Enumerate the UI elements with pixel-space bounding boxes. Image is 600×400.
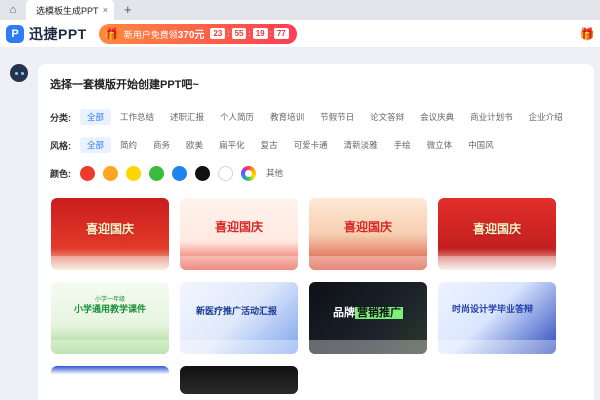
- style-chip[interactable]: 可爱卡通: [287, 137, 335, 153]
- template-footer-strip: [438, 340, 556, 354]
- style-chip[interactable]: 手绘: [387, 137, 418, 153]
- close-icon[interactable]: ×: [103, 5, 108, 15]
- countdown-ms: 77: [273, 28, 289, 39]
- style-chip[interactable]: 商务: [146, 137, 177, 153]
- more-colors-option[interactable]: 其他: [266, 167, 283, 179]
- template-card[interactable]: 时尚设计学毕业答辩: [438, 282, 556, 354]
- category-chip[interactable]: 会议庆典: [413, 109, 461, 125]
- template-title: 喜迎国庆: [214, 220, 263, 234]
- category-chip[interactable]: 商业计划书: [463, 109, 520, 125]
- template-card[interactable]: 喜迎国庆: [180, 198, 298, 270]
- app-logo[interactable]: P 迅捷PPT: [6, 24, 87, 44]
- style-chip[interactable]: 中国风: [461, 137, 501, 153]
- ai-assistant-icon[interactable]: [10, 64, 28, 82]
- style-chip[interactable]: 简约: [113, 137, 144, 153]
- template-title: 小学通用教学课件: [73, 304, 146, 314]
- tab-title: 选模板生成PPT: [36, 5, 99, 16]
- promo-amount: 370元: [177, 30, 205, 41]
- color-swatch[interactable]: [218, 165, 233, 181]
- logo-text: 迅捷PPT: [29, 25, 87, 42]
- category-chip[interactable]: 论文答辩: [363, 109, 411, 125]
- panel-title: 选择一套模版开始创建PPT吧~: [50, 79, 199, 91]
- category-chip[interactable]: 工作总结: [113, 109, 161, 125]
- countdown-timer: 23 : 55 : 19 : 77: [210, 28, 289, 39]
- category-chip[interactable]: 述职汇报: [163, 109, 211, 125]
- promo-banner[interactable]: 🎁 新用户免费领370元 23 : 55 : 19 : 77: [98, 23, 297, 44]
- countdown-hours: 23: [210, 28, 226, 39]
- template-title: 品牌 营销推广: [333, 307, 403, 319]
- template-card[interactable]: 小学一年级 小学通用教学课件: [51, 282, 169, 354]
- browser-tab[interactable]: 选模板生成PPT ×: [26, 0, 114, 20]
- color-swatch[interactable]: [195, 165, 210, 181]
- category-chip[interactable]: 全部: [80, 109, 112, 125]
- template-title: 喜迎国庆: [472, 222, 521, 236]
- browser-tab-strip: ⌂ 选模板生成PPT × +: [0, 0, 600, 20]
- template-title: 时尚设计学毕业答辩: [452, 304, 534, 314]
- countdown-minutes: 55: [231, 28, 247, 39]
- color-swatch-rainbow[interactable]: [241, 165, 256, 181]
- category-chip[interactable]: 节假节日: [313, 109, 361, 125]
- category-chip[interactable]: 个人简历: [213, 109, 261, 125]
- countdown-seconds: 19: [252, 28, 268, 39]
- style-chip[interactable]: 全部: [80, 137, 112, 153]
- template-card[interactable]: 喜迎国庆: [309, 198, 427, 270]
- template-card[interactable]: [51, 366, 169, 394]
- left-rail: [0, 48, 38, 400]
- style-filter: 风格: 全部 简约 商务 欧美 扁平化 复古 可爱卡通 清新淡雅 手绘 微立体 中国风: [50, 137, 503, 153]
- template-card[interactable]: 品牌 营销推广: [309, 282, 427, 354]
- template-card[interactable]: 喜迎国庆: [51, 198, 169, 270]
- style-chip[interactable]: 微立体: [420, 137, 460, 153]
- template-footer-strip: [180, 256, 298, 270]
- color-swatch[interactable]: [103, 165, 118, 181]
- style-chip[interactable]: 扁平化: [212, 137, 252, 153]
- template-title: 喜迎国庆: [85, 222, 134, 236]
- category-chip[interactable]: 企业介绍: [522, 109, 570, 125]
- color-swatch[interactable]: [80, 165, 95, 181]
- template-footer-strip: [51, 256, 169, 270]
- color-swatch[interactable]: [149, 165, 164, 181]
- color-swatch[interactable]: [126, 165, 141, 181]
- template-title: 新医疗推广活动汇报: [196, 306, 278, 316]
- style-chip[interactable]: 欧美: [179, 137, 210, 153]
- house-icon[interactable]: ⌂: [0, 0, 26, 20]
- category-filter: 分类: 全部 工作总结 述职汇报 个人简历 教育培训 节假节日 论文答辩 会议庆典 商业计划书企…: [50, 109, 572, 125]
- template-footer-strip: [309, 340, 427, 354]
- app-header: P 迅捷PPT 🎁 新用户免费领370元 23 : 55 : 19 : 77 🎁: [0, 20, 600, 48]
- gift-icon[interactable]: 🎁: [578, 25, 596, 43]
- category-label: 分类:: [50, 112, 71, 123]
- color-swatch[interactable]: [172, 165, 187, 181]
- template-panel: 选择一套模版开始创建PPT吧~ 分类: 全部 工作总结 述职汇报 个人简历 教育培训 节假…: [38, 64, 594, 400]
- logo-icon: P: [6, 24, 24, 43]
- new-tab-button[interactable]: +: [124, 0, 132, 20]
- style-label: 风格:: [50, 140, 71, 151]
- template-card[interactable]: 喜迎国庆: [438, 198, 556, 270]
- template-footer-strip: [309, 256, 427, 270]
- template-footer-strip: [438, 256, 556, 270]
- style-chip[interactable]: 复古: [254, 137, 285, 153]
- color-filter: 颜色: 其他: [50, 164, 283, 182]
- template-card[interactable]: [180, 366, 298, 394]
- promo-text: 新用户免费领370元: [123, 30, 205, 41]
- template-title: 喜迎国庆: [343, 220, 392, 234]
- color-label: 颜色:: [50, 168, 71, 179]
- template-card[interactable]: 新医疗推广活动汇报: [180, 282, 298, 354]
- template-footer-strip: [180, 340, 298, 354]
- gift-icon: 🎁: [104, 26, 120, 41]
- template-footer-strip: [51, 340, 169, 354]
- category-chip[interactable]: 教育培训: [263, 109, 311, 125]
- style-chip[interactable]: 清新淡雅: [337, 137, 385, 153]
